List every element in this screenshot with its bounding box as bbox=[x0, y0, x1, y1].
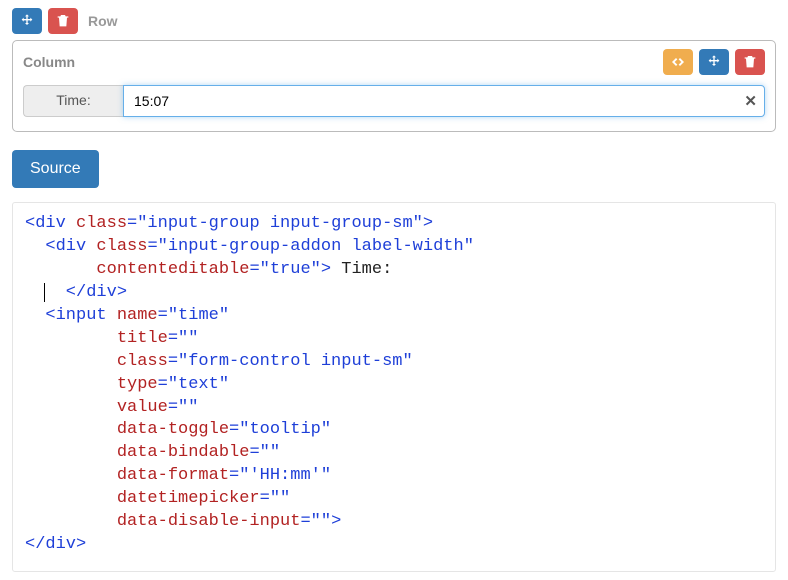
move-icon bbox=[706, 54, 722, 70]
column-panel: Column Time: ✕ bbox=[12, 40, 776, 132]
source-code: <div class="input-group input-group-sm">… bbox=[12, 202, 776, 572]
trash-icon bbox=[55, 13, 71, 29]
delete-row-button[interactable] bbox=[48, 8, 78, 34]
row-toolbar: Row bbox=[12, 8, 776, 34]
time-label[interactable]: Time: bbox=[23, 85, 123, 117]
edit-html-button[interactable] bbox=[663, 49, 693, 75]
delete-column-button[interactable] bbox=[735, 49, 765, 75]
column-header: Column bbox=[23, 49, 765, 75]
move-row-button[interactable] bbox=[12, 8, 42, 34]
column-actions bbox=[663, 49, 765, 75]
code-icon bbox=[670, 54, 686, 70]
clear-icon[interactable]: ✕ bbox=[744, 92, 757, 110]
time-field-wrap: ✕ bbox=[123, 85, 765, 117]
code-text: <div bbox=[25, 214, 76, 233]
time-input[interactable] bbox=[123, 85, 765, 117]
move-icon bbox=[19, 13, 35, 29]
time-input-group: Time: ✕ bbox=[23, 85, 765, 117]
source-button[interactable]: Source bbox=[12, 150, 99, 188]
trash-icon bbox=[742, 54, 758, 70]
move-column-button[interactable] bbox=[699, 49, 729, 75]
column-label: Column bbox=[23, 54, 75, 70]
row-label: Row bbox=[88, 13, 118, 29]
